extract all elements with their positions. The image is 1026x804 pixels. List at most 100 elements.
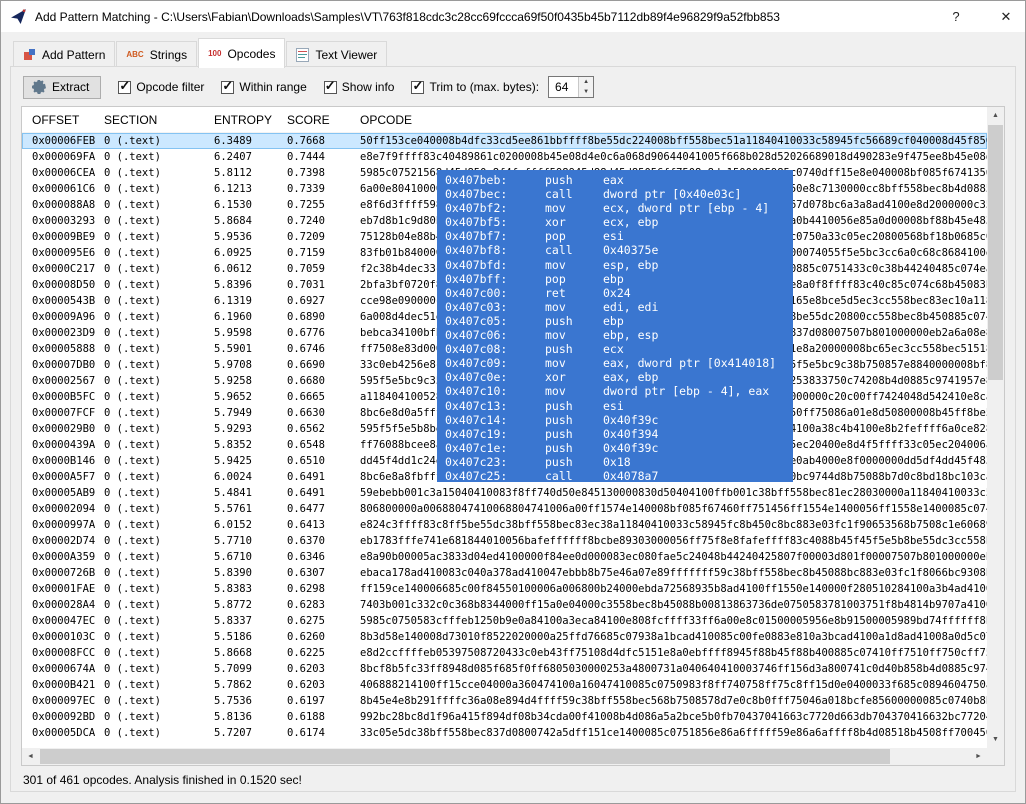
opcode-cell: 50ff153ce040008b4dfc33cd5ee861bbffff8be5…	[360, 133, 987, 149]
disassembly-line: 0x407c14: push 0x40f39c	[445, 413, 793, 427]
table-row[interactable]: 0x00006FEB 0 (.text) 6.3489 0.7668 50ff1…	[22, 133, 987, 149]
tab-text-viewer[interactable]: Text Viewer	[286, 41, 387, 67]
offset-cell: 0x00001FAE	[22, 581, 104, 597]
table-row[interactable]: 0x000097EC 0 (.text) 5.7536 0.6197 8b45e…	[22, 693, 987, 709]
instruction-mnemonic: push	[545, 441, 603, 455]
section-cell: 0 (.text)	[104, 725, 214, 741]
offset-cell: 0x00005888	[22, 341, 104, 357]
instruction-mnemonic: call	[545, 469, 603, 482]
section-cell: 0 (.text)	[104, 245, 214, 261]
close-button[interactable]: ✕	[987, 1, 1025, 32]
disassembly-line: 0x407c25: call 0x4078a7	[445, 469, 793, 482]
spinner-up-button[interactable]: ▲	[579, 77, 593, 87]
offset-cell: 0x00007FCF	[22, 405, 104, 421]
column-header-opcode[interactable]: OPCODE	[360, 113, 1004, 127]
table-row[interactable]: 0x0000A359 0 (.text) 5.6710 0.6346 e8a90…	[22, 549, 987, 565]
horizontal-scrollbar[interactable]: ◄ ►	[22, 748, 987, 765]
offset-cell: 0x000023D9	[22, 325, 104, 341]
tab-opcodes[interactable]: 100 Opcodes	[198, 38, 285, 68]
table-row[interactable]: 0x000069FA 0 (.text) 6.2407 0.7444 e8e7f…	[22, 149, 987, 165]
table-row[interactable]: 0x00005DCA 0 (.text) 5.7207 0.6174 33c05…	[22, 725, 987, 741]
toolbar-checkbox[interactable]: Within range	[221, 80, 306, 94]
instruction-operands: 0x40f39c	[603, 441, 793, 455]
table-row[interactable]: 0x00005AB9 0 (.text) 5.4841 0.6491 59ebe…	[22, 485, 987, 501]
max-bytes-spinner[interactable]: 64 ▲ ▼	[548, 76, 594, 98]
checkbox-label: Show info	[342, 80, 395, 94]
scroll-left-icon[interactable]: ◄	[22, 748, 39, 765]
instruction-mnemonic: call	[545, 243, 603, 257]
instruction-operands: esi	[603, 229, 793, 243]
toolbar-checkbox[interactable]: Show info	[324, 80, 395, 94]
score-cell: 0.7159	[287, 245, 360, 261]
entropy-cell: 5.9293	[214, 421, 287, 437]
help-button[interactable]: ?	[937, 1, 975, 32]
table-row[interactable]: 0x0000103C 0 (.text) 5.5186 0.6260 8b3d5…	[22, 629, 987, 645]
table-row[interactable]: 0x00001FAE 0 (.text) 5.8383 0.6298 ff159…	[22, 581, 987, 597]
toolbar-checkbox[interactable]: Opcode filter	[118, 80, 204, 94]
instruction-operands: eax, ebp	[603, 370, 793, 384]
tab-label: Add Pattern	[42, 48, 105, 62]
table-row[interactable]: 0x0000997A 0 (.text) 6.0152 0.6413 e824c…	[22, 517, 987, 533]
disassembly-line: 0x407c13: push esi	[445, 399, 793, 413]
table-row[interactable]: 0x000028A4 0 (.text) 5.8772 0.6283 7403b…	[22, 597, 987, 613]
table-row[interactable]: 0x00002094 0 (.text) 5.5761 0.6477 80680…	[22, 501, 987, 517]
horizontal-scrollbar-thumb[interactable]	[40, 749, 890, 764]
opcode-cell: 806800000a00688047410068804741006a00ff15…	[360, 501, 987, 517]
instruction-operands: ebp	[603, 272, 793, 286]
max-bytes-value[interactable]: 64	[549, 77, 578, 97]
section-cell: 0 (.text)	[104, 309, 214, 325]
spinner-down-button[interactable]: ▼	[579, 87, 593, 97]
instruction-address: 0x407c00:	[445, 286, 545, 300]
table-row[interactable]: 0x000092BD 0 (.text) 5.8136 0.6188 992bc…	[22, 709, 987, 725]
instruction-mnemonic: push	[545, 413, 603, 427]
offset-cell: 0x0000439A	[22, 437, 104, 453]
offset-cell: 0x00005DCA	[22, 725, 104, 741]
extract-button[interactable]: Extract	[23, 76, 101, 99]
scroll-down-icon[interactable]: ▼	[987, 731, 1004, 748]
instruction-operands: 0x40375e	[603, 243, 793, 257]
scroll-right-icon[interactable]: ►	[970, 748, 987, 765]
offset-cell: 0x00002D74	[22, 533, 104, 549]
section-cell: 0 (.text)	[104, 597, 214, 613]
offset-cell: 0x00009BE9	[22, 229, 104, 245]
offset-cell: 0x0000726B	[22, 565, 104, 581]
section-cell: 0 (.text)	[104, 629, 214, 645]
toolbar-checkbox[interactable]: Trim to (max. bytes):	[411, 80, 539, 94]
text-viewer-icon	[296, 48, 309, 62]
section-cell: 0 (.text)	[104, 661, 214, 677]
vertical-scrollbar-thumb[interactable]	[988, 125, 1003, 380]
column-header-offset[interactable]: OFFSET	[22, 113, 104, 127]
offset-cell: 0x000097EC	[22, 693, 104, 709]
checkbox-box	[324, 81, 337, 94]
offset-cell: 0x000069FA	[22, 149, 104, 165]
table-row[interactable]: 0x00002D74 0 (.text) 5.7710 0.6370 eb178…	[22, 533, 987, 549]
entropy-cell: 6.0152	[214, 517, 287, 533]
table-row[interactable]: 0x00008FCC 0 (.text) 5.8668 0.6225 e8d2c…	[22, 645, 987, 661]
disassembly-line: 0x407c1e: push 0x40f39c	[445, 441, 793, 455]
entropy-cell: 5.9652	[214, 389, 287, 405]
score-cell: 0.6776	[287, 325, 360, 341]
instruction-operands: 0x18	[603, 455, 793, 469]
column-header-score[interactable]: SCORE	[287, 113, 360, 127]
vertical-scrollbar[interactable]: ▲ ▼	[987, 107, 1004, 748]
table-row[interactable]: 0x000047EC 0 (.text) 5.8337 0.6275 5985c…	[22, 613, 987, 629]
tab-add-pattern[interactable]: Add Pattern	[13, 41, 115, 67]
instruction-address: 0x407c10:	[445, 384, 545, 398]
scroll-up-icon[interactable]: ▲	[987, 107, 1004, 124]
table-row[interactable]: 0x0000726B 0 (.text) 5.8390 0.6307 ebaca…	[22, 565, 987, 581]
section-cell: 0 (.text)	[104, 181, 214, 197]
column-header-section[interactable]: SECTION	[104, 113, 214, 127]
score-cell: 0.6203	[287, 677, 360, 693]
tab-label: Opcodes	[227, 47, 275, 61]
table-row[interactable]: 0x0000674A 0 (.text) 5.7099 0.6203 8bcf8…	[22, 661, 987, 677]
section-cell: 0 (.text)	[104, 229, 214, 245]
opcode-table: OFFSET SECTION ENTROPY SCORE OPCODE 0x00…	[21, 106, 1005, 766]
extract-icon	[32, 80, 46, 94]
instruction-address: 0x407c0e:	[445, 370, 545, 384]
column-header-entropy[interactable]: ENTROPY	[214, 113, 287, 127]
offset-cell: 0x0000674A	[22, 661, 104, 677]
section-cell: 0 (.text)	[104, 421, 214, 437]
entropy-cell: 5.9598	[214, 325, 287, 341]
tab-strings[interactable]: ABC Strings	[116, 41, 197, 67]
table-row[interactable]: 0x0000B421 0 (.text) 5.7862 0.6203 40688…	[22, 677, 987, 693]
